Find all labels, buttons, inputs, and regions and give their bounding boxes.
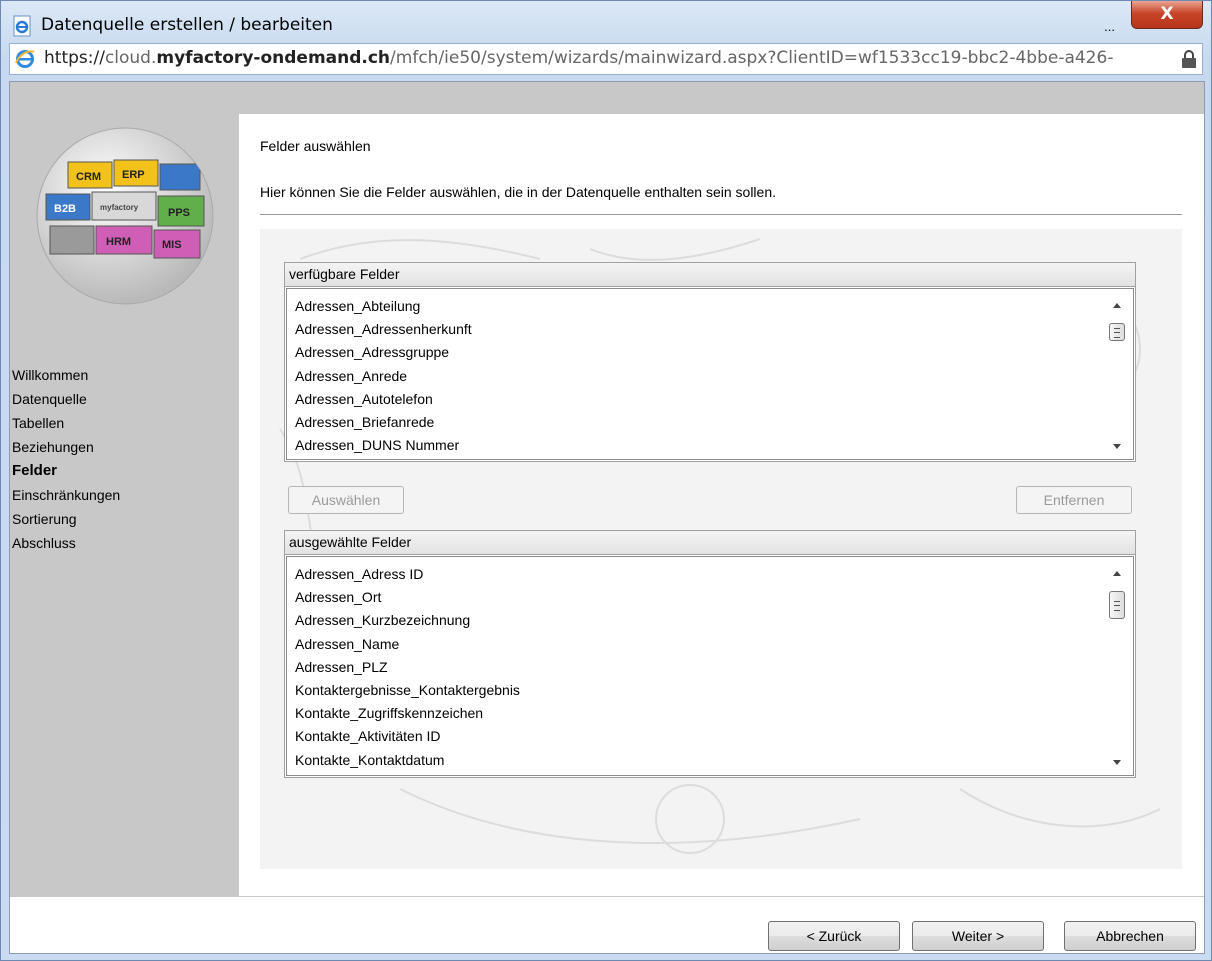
- url-prefix: cloud.: [104, 48, 157, 68]
- scroll-thumb[interactable]: [1109, 591, 1125, 619]
- page-description: Hier können Sie die Felder auswählen, di…: [260, 184, 776, 200]
- wizard-steps-nav: Willkommen Datenquelle Tabellen Beziehun…: [12, 363, 120, 555]
- logo-hrm: HRM: [106, 236, 131, 248]
- selected-field-item[interactable]: Kontaktergebnisse_Kontaktergebnis: [295, 679, 1133, 702]
- selected-field-item[interactable]: Kontakte_Aktivitäten ID: [295, 725, 1133, 748]
- url-scheme: https://: [44, 48, 105, 68]
- title-bar: Datenquelle erstellen / bearbeiten ... X: [9, 1, 1203, 43]
- logo-erp: ERP: [122, 169, 145, 181]
- nav-step-tabellen[interactable]: Tabellen: [12, 411, 120, 435]
- selected-field-item[interactable]: Adressen_Ort: [295, 586, 1133, 609]
- logo-b2b: B2B: [54, 203, 76, 215]
- nav-step-abschluss[interactable]: Abschluss: [12, 531, 120, 555]
- logo-myfactory: myfactory: [100, 203, 139, 212]
- selected-field-item[interactable]: Kontakte_Kontaktdatum: [295, 749, 1133, 772]
- window-title: Datenquelle erstellen / bearbeiten: [41, 15, 333, 35]
- page-heading: Felder auswählen: [260, 138, 371, 154]
- dialog-window: Datenquelle erstellen / bearbeiten ... X…: [0, 0, 1212, 961]
- divider: [260, 214, 1182, 215]
- logo-pps: PPS: [168, 207, 190, 219]
- cancel-button[interactable]: Abbrechen: [1064, 921, 1196, 951]
- wizard-footer: < Zurück Weiter > Abbrechen: [10, 896, 1204, 953]
- url-text: https://cloud.myfactory-ondemand.ch/mfch…: [44, 48, 1159, 68]
- available-field-item[interactable]: Adressen_Anrede: [295, 365, 1133, 388]
- logo-mis: MIS: [162, 239, 182, 251]
- next-button[interactable]: Weiter >: [912, 921, 1044, 951]
- lock-icon: [1182, 50, 1196, 68]
- selected-field-item[interactable]: Adressen_PLZ: [295, 656, 1133, 679]
- wizard-sidebar: CRM ERP B2B myfactory PPS HRM MIS Willko…: [10, 114, 239, 896]
- close-button[interactable]: X: [1131, 1, 1203, 29]
- available-field-item[interactable]: Adressen_Autotelefon: [295, 388, 1133, 411]
- nav-step-felder[interactable]: Felder: [12, 459, 120, 483]
- selected-fields-panel: ausgewählte Felder Adressen_Adress ID Ad…: [284, 530, 1136, 778]
- available-fields-title: verfügbare Felder: [285, 263, 1135, 287]
- scroll-up-icon[interactable]: [1113, 303, 1121, 308]
- selected-fields-list[interactable]: Adressen_Adress ID Adressen_Ort Adressen…: [286, 556, 1134, 776]
- selected-fields-title: ausgewählte Felder: [285, 531, 1135, 555]
- scroll-up-icon[interactable]: [1113, 571, 1121, 576]
- title-dots: ...: [1104, 19, 1115, 34]
- puzzle-globe-logo: CRM ERP B2B myfactory PPS HRM MIS: [36, 127, 214, 305]
- url-host: myfactory-ondemand.ch: [156, 48, 391, 68]
- remove-button[interactable]: Entfernen: [1016, 486, 1132, 514]
- select-button[interactable]: Auswählen: [288, 486, 404, 514]
- selected-field-item[interactable]: Adressen_Adress ID: [295, 563, 1133, 586]
- address-bar[interactable]: https://cloud.myfactory-ondemand.ch/mfch…: [9, 43, 1203, 75]
- logo-crm: CRM: [76, 171, 101, 183]
- header-strip: [10, 82, 1204, 114]
- selected-field-item[interactable]: Kontakte_Zugriffskennzeichen: [295, 702, 1133, 725]
- available-field-item[interactable]: Adressen_Briefanrede: [295, 411, 1133, 434]
- scroll-thumb[interactable]: [1109, 323, 1125, 341]
- internet-explorer-icon: [15, 50, 35, 68]
- nav-step-willkommen[interactable]: Willkommen: [12, 363, 120, 387]
- nav-step-einschraenkungen[interactable]: Einschränkungen: [12, 483, 120, 507]
- available-scrollbar[interactable]: [1105, 289, 1133, 459]
- selected-scrollbar[interactable]: [1105, 557, 1133, 775]
- nav-step-sortierung[interactable]: Sortierung: [12, 507, 120, 531]
- url-path: /mfch/ie50/system/wizards/mainwizard.asp…: [390, 48, 1114, 68]
- selected-field-item[interactable]: Adressen_Kurzbezeichnung: [295, 609, 1133, 632]
- scroll-down-icon[interactable]: [1113, 760, 1121, 765]
- available-field-item[interactable]: Adressen_Adressgruppe: [295, 341, 1133, 364]
- wizard-content: Felder auswählen Hier können Sie die Fel…: [239, 114, 1204, 896]
- available-field-item[interactable]: Adressen_Abteilung: [295, 295, 1133, 318]
- scroll-down-icon[interactable]: [1113, 444, 1121, 449]
- wizard-client-area: CRM ERP B2B myfactory PPS HRM MIS Willko…: [9, 81, 1205, 954]
- available-fields-list[interactable]: Adressen_Abteilung Adressen_Adressenherk…: [286, 288, 1134, 460]
- nav-step-beziehungen[interactable]: Beziehungen: [12, 435, 120, 459]
- selected-field-item[interactable]: Adressen_Name: [295, 633, 1133, 656]
- available-field-item[interactable]: Adressen_Adressenherkunft: [295, 318, 1133, 341]
- back-button[interactable]: < Zurück: [768, 921, 900, 951]
- available-fields-panel: verfügbare Felder Adressen_Abteilung Adr…: [284, 262, 1136, 462]
- ie-page-icon: [13, 15, 31, 37]
- available-field-item[interactable]: Adressen_DUNS Nummer: [295, 434, 1133, 457]
- nav-step-datenquelle[interactable]: Datenquelle: [12, 387, 120, 411]
